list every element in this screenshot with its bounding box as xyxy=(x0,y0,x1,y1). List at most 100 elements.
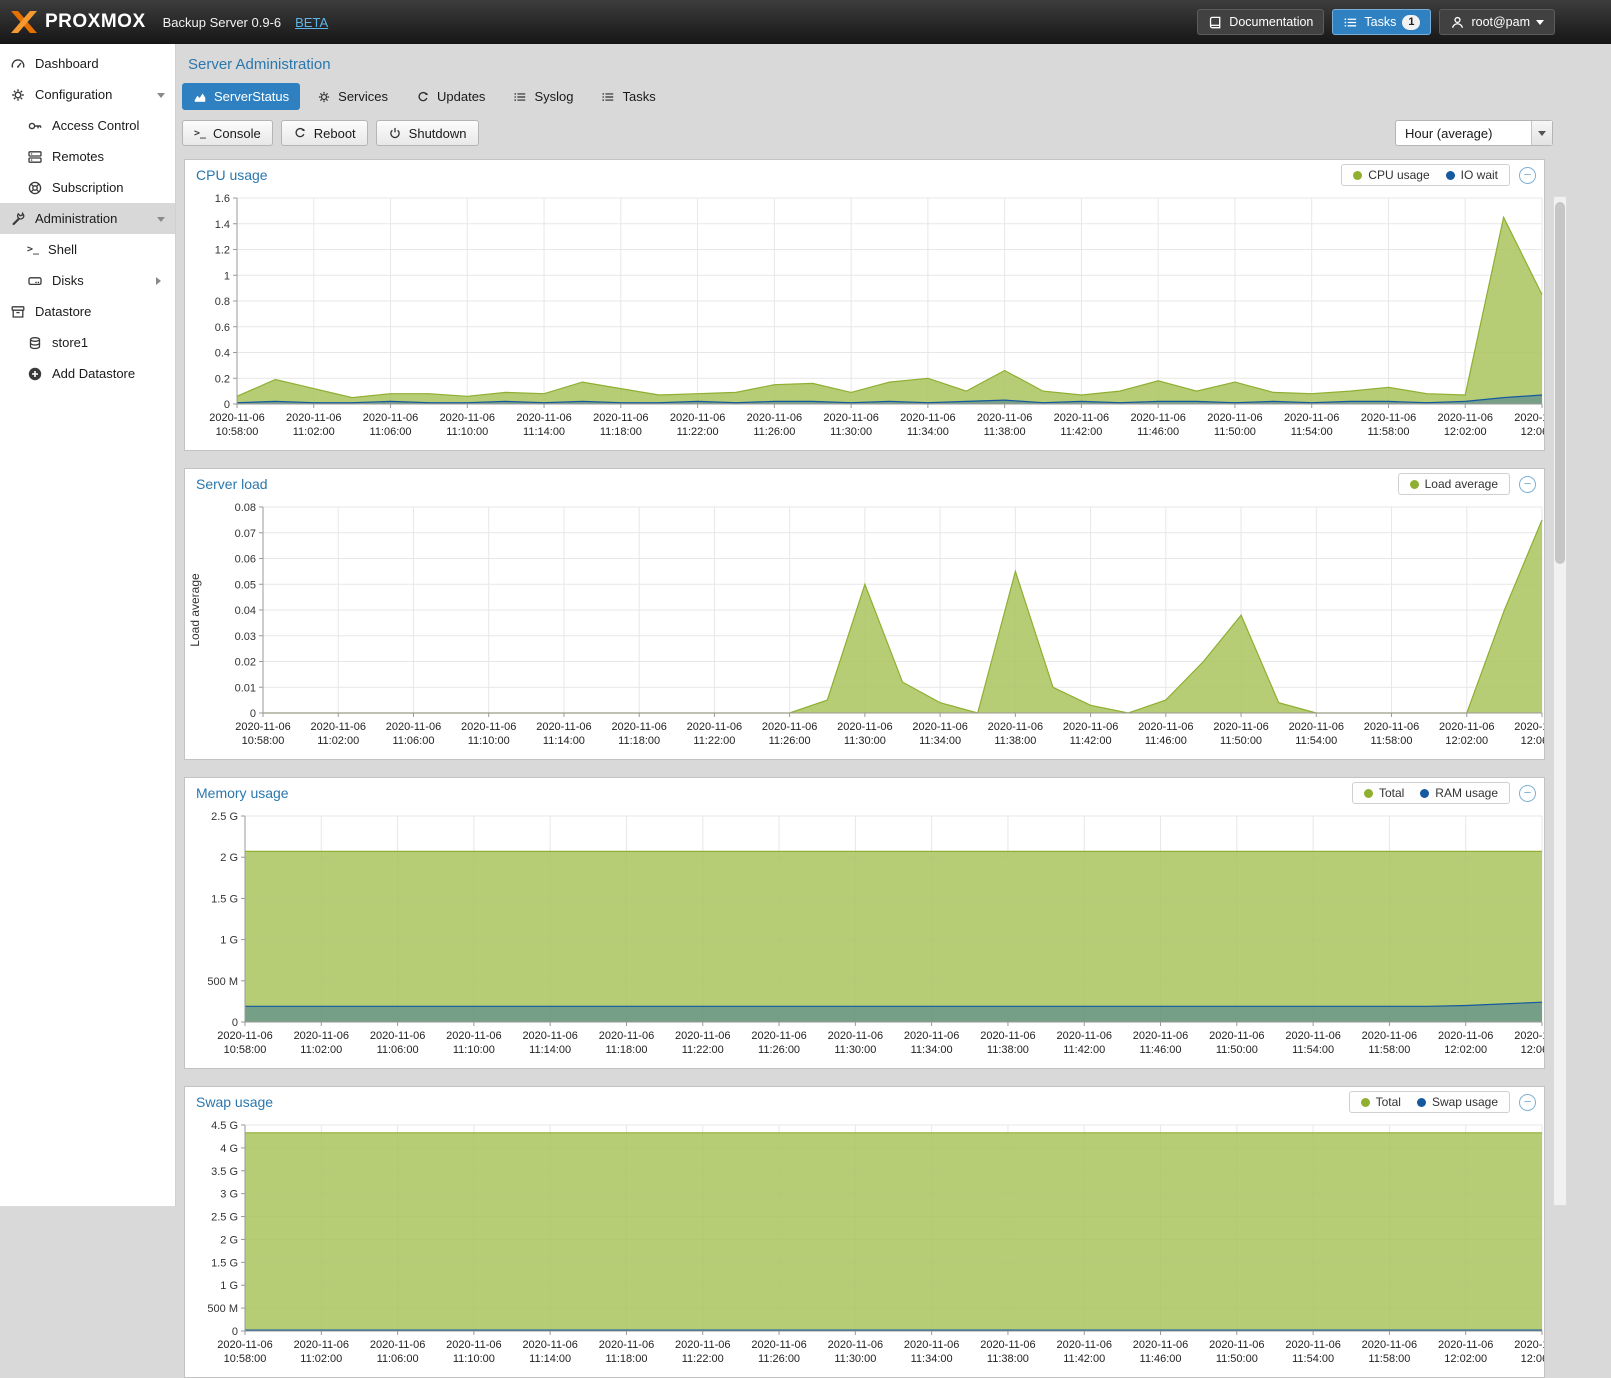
sidebar-item-administration[interactable]: Administration xyxy=(0,203,175,234)
chevron-down-icon xyxy=(157,217,165,226)
user-menu-button[interactable]: root@pam xyxy=(1439,9,1555,35)
panel-header: Memory usage Total RAM usage − xyxy=(185,778,1544,808)
svg-text:2020-11-06: 2020-11-06 xyxy=(1439,721,1494,733)
svg-text:2020-11-06: 2020-11-06 xyxy=(1213,721,1268,733)
documentation-button[interactable]: Documentation xyxy=(1197,9,1324,35)
svg-text:2020-11-06: 2020-11-06 xyxy=(209,412,264,424)
svg-text:11:50:00: 11:50:00 xyxy=(1216,1353,1258,1365)
svg-text:2020-11-06: 2020-11-06 xyxy=(1138,721,1193,733)
sidebar-item-dashboard[interactable]: Dashboard xyxy=(0,48,175,79)
svg-text:11:18:00: 11:18:00 xyxy=(618,735,660,747)
brand: PROXMOX Backup Server 0.9-6 BETA xyxy=(10,10,328,34)
svg-text:11:02:00: 11:02:00 xyxy=(293,426,335,438)
reboot-label: Reboot xyxy=(314,126,356,141)
tab-tasks[interactable]: Tasks xyxy=(590,83,666,110)
svg-text:11:22:00: 11:22:00 xyxy=(677,426,719,438)
legend-item-ram-usage[interactable]: RAM usage xyxy=(1420,786,1498,800)
sidebar-item-remotes[interactable]: Remotes xyxy=(0,141,175,172)
svg-text:1 G: 1 G xyxy=(220,1280,238,1292)
sidebar-item-store1[interactable]: store1 xyxy=(0,327,175,358)
sidebar-item-shell[interactable]: >_ Shell xyxy=(0,234,175,265)
collapse-panel-button[interactable]: − xyxy=(1519,1094,1536,1111)
svg-text:11:34:00: 11:34:00 xyxy=(911,1353,953,1365)
svg-text:2020-11-06: 2020-11-06 xyxy=(1438,1339,1493,1351)
svg-text:0.08: 0.08 xyxy=(235,502,256,514)
svg-text:2.5 G: 2.5 G xyxy=(211,1212,238,1224)
svg-text:2020-11-06: 2020-11-06 xyxy=(611,721,666,733)
svg-text:12:02:00: 12:02:00 xyxy=(1444,1353,1487,1365)
svg-text:2020-11-06: 2020-11-06 xyxy=(1289,721,1344,733)
svg-text:1.2: 1.2 xyxy=(215,245,230,257)
svg-text:2020-11-06: 2020-11-06 xyxy=(1284,412,1339,424)
sidebar-item-configuration[interactable]: Configuration xyxy=(0,79,175,110)
chevron-right-icon xyxy=(156,277,165,285)
panel-title: Swap usage xyxy=(196,1094,273,1110)
svg-text:2020-11-06: 2020-11-06 xyxy=(235,721,290,733)
dropdown-trigger[interactable] xyxy=(1531,121,1552,145)
server-load-panel: Server load Load average − 2020-11-06 10:… xyxy=(184,468,1545,760)
tab-label: Syslog xyxy=(534,89,573,104)
svg-text:2020-11-06: 2020-11-06 xyxy=(363,412,418,424)
panel-title: Server load xyxy=(196,476,268,492)
legend-item-load-average[interactable]: Load average xyxy=(1410,477,1498,491)
svg-text:2020-11-06: 2020-11-06 xyxy=(1285,1339,1340,1351)
scrollbar-thumb[interactable] xyxy=(1555,202,1565,564)
plus-circle-icon xyxy=(27,366,43,382)
svg-text:11:30:00: 11:30:00 xyxy=(834,1044,876,1056)
panel-title: CPU usage xyxy=(196,167,268,183)
svg-text:1.6: 1.6 xyxy=(215,193,230,205)
memory-usage-chart: 2020-11-0610:58:002020-11-0611:02:002020… xyxy=(185,808,1544,1068)
collapse-panel-button[interactable]: − xyxy=(1519,785,1536,802)
beta-link[interactable]: BETA xyxy=(295,15,328,30)
sidebar-item-label: Disks xyxy=(52,273,84,288)
scrollbar-track[interactable] xyxy=(1553,196,1567,1206)
legend-item-io-wait[interactable]: IO wait xyxy=(1446,168,1498,182)
panel-header: CPU usage CPU usage IO wait − xyxy=(185,160,1544,190)
server-icon xyxy=(27,149,43,165)
tab-label: Services xyxy=(338,89,388,104)
svg-text:10:58:00: 10:58:00 xyxy=(242,735,285,747)
sidebar-item-disks[interactable]: Disks xyxy=(0,265,175,296)
key-icon xyxy=(27,118,43,134)
sidebar-item-label: Configuration xyxy=(35,87,112,102)
legend-dot xyxy=(1364,789,1373,798)
svg-text:11:42:00: 11:42:00 xyxy=(1063,1353,1105,1365)
reboot-button[interactable]: Reboot xyxy=(281,120,368,146)
legend-item-cpu-usage[interactable]: CPU usage xyxy=(1353,168,1429,182)
tab-serverstatus[interactable]: ServerStatus xyxy=(182,83,300,110)
svg-text:1.5 G: 1.5 G xyxy=(211,1257,238,1269)
svg-text:11:14:00: 11:14:00 xyxy=(543,735,585,747)
svg-text:11:02:00: 11:02:00 xyxy=(317,735,359,747)
svg-text:1.4: 1.4 xyxy=(215,219,230,231)
area-chart-icon xyxy=(193,90,207,104)
svg-text:2020-11-06: 2020-11-06 xyxy=(294,1339,349,1351)
console-button[interactable]: >_ Console xyxy=(182,120,273,146)
svg-text:2020-11-06: 2020-11-06 xyxy=(670,412,725,424)
sidebar: Dashboard Configuration Access Control R… xyxy=(0,44,176,1206)
tasks-icon xyxy=(1343,15,1358,30)
svg-text:2020-11-06: 2020-11-06 xyxy=(536,721,591,733)
sidebar-item-subscription[interactable]: Subscription xyxy=(0,172,175,203)
shutdown-button[interactable]: Shutdown xyxy=(376,120,479,146)
tab-services[interactable]: Services xyxy=(306,83,399,110)
legend-item-total[interactable]: Total xyxy=(1364,786,1404,800)
collapse-panel-button[interactable]: − xyxy=(1519,476,1536,493)
legend-item-swap-usage[interactable]: Swap usage xyxy=(1417,1095,1498,1109)
legend-label: IO wait xyxy=(1461,168,1498,182)
svg-text:0.4: 0.4 xyxy=(215,348,230,360)
sidebar-item-access-control[interactable]: Access Control xyxy=(0,110,175,141)
content: Server Administration ServerStatus Servi… xyxy=(176,44,1567,1206)
panel-title: Memory usage xyxy=(196,785,289,801)
svg-text:12:02:00: 12:02:00 xyxy=(1444,1044,1487,1056)
sidebar-item-add-datastore[interactable]: Add Datastore xyxy=(0,358,175,389)
tab-syslog[interactable]: Syslog xyxy=(502,83,584,110)
tab-updates[interactable]: Updates xyxy=(405,83,496,110)
tasks-button[interactable]: Tasks 1 xyxy=(1332,9,1431,35)
collapse-panel-button[interactable]: − xyxy=(1519,167,1536,184)
timeframe-select[interactable]: Hour (average) xyxy=(1395,120,1553,146)
legend-item-total[interactable]: Total xyxy=(1361,1095,1401,1109)
sidebar-item-datastore[interactable]: Datastore xyxy=(0,296,175,327)
svg-text:11:54:00: 11:54:00 xyxy=(1295,735,1337,747)
legend-label: Total xyxy=(1376,1095,1401,1109)
svg-text:2020-11-06: 2020-11-06 xyxy=(599,1339,654,1351)
